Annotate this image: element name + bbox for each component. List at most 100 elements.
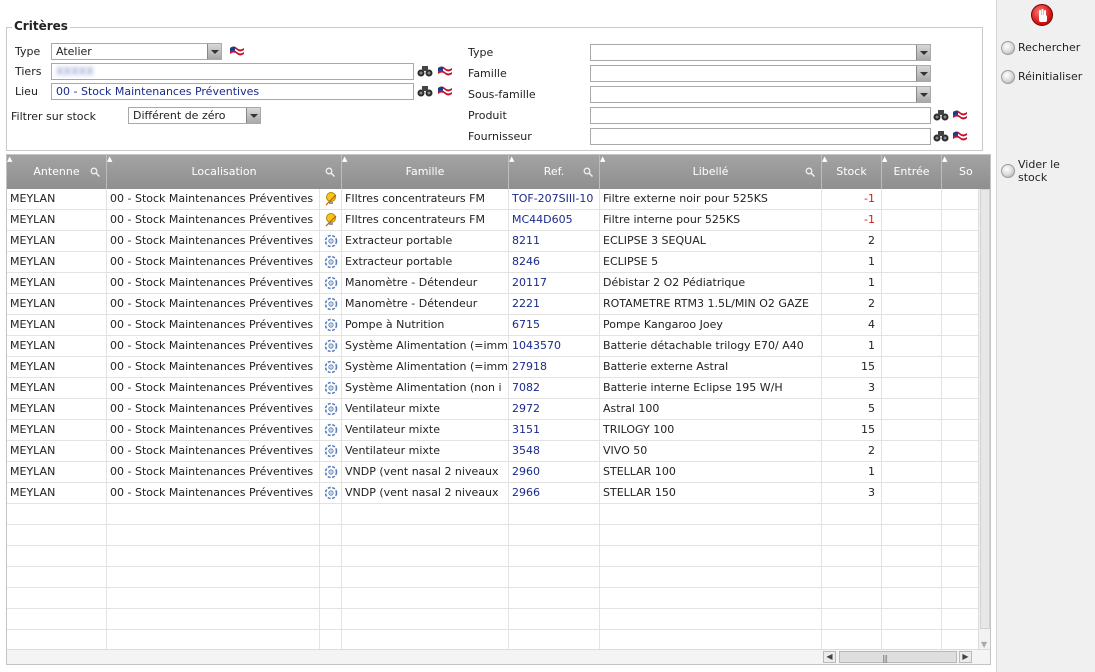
sort-icon[interactable]: ▲ [7,155,12,163]
binoculars-icon[interactable] [417,84,433,97]
column-header-sortie[interactable]: ▲ So [942,155,990,189]
clear-flag-icon[interactable] [952,109,968,121]
clear-flag-icon[interactable] [952,130,968,142]
chevron-down-icon[interactable] [916,45,930,60]
sort-icon[interactable]: ▲ [942,155,947,163]
chevron-down-icon[interactable] [916,66,930,81]
lieu-field[interactable]: 00 - Stock Maintenances Préventives [51,83,414,100]
sort-icon[interactable]: ▲ [509,155,514,163]
binoculars-icon[interactable] [417,64,433,77]
table-row[interactable]: MEYLAN 00 - Stock Maintenances Préventive… [7,252,979,273]
sort-icon[interactable]: ▲ [342,155,347,163]
cell-ref[interactable]: 3548 [509,441,600,462]
cell-stock: 2 [822,441,882,462]
cell-famille [342,609,509,630]
chevron-down-icon[interactable] [916,87,930,102]
search-icon[interactable] [583,167,593,177]
sort-icon[interactable]: ▲ [822,155,827,163]
table-row[interactable]: MEYLAN 00 - Stock Maintenances Préventive… [7,315,979,336]
cell-sortie [942,231,979,252]
fournisseur-field[interactable] [590,128,931,145]
table-row[interactable]: MEYLAN 00 - Stock Maintenances Préventive… [7,294,979,315]
table-row[interactable]: MEYLAN 00 - Stock Maintenances Préventive… [7,399,979,420]
sort-icon[interactable]: ▲ [107,155,112,163]
cell-ref[interactable]: 6715 [509,315,600,336]
cell-ref[interactable]: MC44D605 [509,210,600,231]
column-header-entree[interactable]: ▲ Entrée [882,155,942,189]
sort-icon[interactable]: ▲ [882,155,887,163]
table-row[interactable]: MEYLAN 00 - Stock Maintenances Préventive… [7,336,979,357]
column-header-stock[interactable]: ▲ Stock [822,155,882,189]
cell-localisation: 00 - Stock Maintenances Préventives [107,336,320,357]
table-row[interactable]: MEYLAN 00 - Stock Maintenances Préventive… [7,441,979,462]
table-row[interactable]: MEYLAN 00 - Stock Maintenances Préventive… [7,189,979,210]
table-row[interactable]: MEYLAN 00 - Stock Maintenances Préventive… [7,357,979,378]
search-icon[interactable] [90,167,100,177]
vider-stock-button[interactable]: Vider le stock [1001,158,1060,184]
clear-flag-icon[interactable] [437,65,453,77]
type-select[interactable]: Atelier [51,43,222,60]
chevron-down-icon[interactable] [207,44,221,59]
cell-famille: Ventilateur mixte [342,420,509,441]
search-icon[interactable] [325,167,335,177]
table-row[interactable]: MEYLAN 00 - Stock Maintenances Préventive… [7,462,979,483]
grid-header: ▲ Antenne ▲ Localisation ▲ Famille ▲ Ref… [7,155,990,189]
table-row[interactable]: MEYLAN 00 - Stock Maintenances Préventive… [7,378,979,399]
cell-entree [882,588,942,609]
cell-ref[interactable]: 8246 [509,252,600,273]
column-header-famille[interactable]: ▲ Famille [342,155,509,189]
vertical-scroll-thumb[interactable] [980,189,990,629]
stop-hand-icon[interactable] [1031,4,1053,26]
search-icon[interactable] [805,167,815,177]
cell-ref[interactable]: 20117 [509,273,600,294]
clear-flag-icon[interactable] [229,45,245,57]
tiers-field[interactable]: XXXXX [51,63,414,80]
binoculars-icon[interactable] [933,108,949,121]
table-row[interactable]: MEYLAN 00 - Stock Maintenances Préventive… [7,231,979,252]
cell-famille: Extracteur portable [342,231,509,252]
horizontal-scroll-thumb[interactable]: ||| [839,651,957,663]
cell-ref[interactable]: TOF-207SIII-10 [509,189,600,210]
table-row[interactable]: MEYLAN 00 - Stock Maintenances Préventive… [7,483,979,504]
binoculars-icon[interactable] [933,129,949,142]
right-type-select[interactable] [590,44,931,61]
column-header-antenne[interactable]: ▲ Antenne [7,155,107,189]
cell-ref[interactable]: 3151 [509,420,600,441]
filter-stock-select[interactable]: Différent de zéro [128,107,261,124]
table-row[interactable]: MEYLAN 00 - Stock Maintenances Préventive… [7,210,979,231]
chevron-down-icon[interactable]: ▼ [981,640,987,649]
cell-localisation [107,567,320,588]
cell-ref[interactable]: 8211 [509,231,600,252]
sousfamille-select[interactable] [590,86,931,103]
produit-field[interactable] [590,107,931,124]
cell-entree [882,231,942,252]
cell-ref[interactable]: 2972 [509,399,600,420]
scroll-right-button[interactable]: ▶ [959,651,972,663]
cell-stock [822,630,882,651]
cell-sortie [942,462,979,483]
cell-entree [882,210,942,231]
table-row[interactable]: MEYLAN 00 - Stock Maintenances Préventive… [7,273,979,294]
famille-select[interactable] [590,65,931,82]
rechercher-button[interactable]: Rechercher [1001,41,1080,55]
cell-ref[interactable]: 7082 [509,378,600,399]
horizontal-scrollbar[interactable]: ◀ ||| ▶ [7,649,990,664]
scroll-left-button[interactable]: ◀ [823,651,836,663]
cell-ref[interactable]: 1043570 [509,336,600,357]
cell-sortie [942,399,979,420]
vertical-scrollbar[interactable]: ▼ [978,189,990,651]
cell-ref[interactable]: 2221 [509,294,600,315]
sort-icon[interactable]: ▲ [600,155,605,163]
column-header-libelle[interactable]: ▲ Libellé [600,155,822,189]
cell-ref[interactable]: 27918 [509,357,600,378]
column-header-ref[interactable]: ▲ Ref. [509,155,600,189]
cell-famille: Ventilateur mixte [342,399,509,420]
table-row[interactable]: MEYLAN 00 - Stock Maintenances Préventive… [7,420,979,441]
chevron-down-icon[interactable] [246,108,260,123]
column-header-localisation[interactable]: ▲ Localisation [107,155,342,189]
cell-ref[interactable]: 2960 [509,462,600,483]
reinitialiser-button[interactable]: Réinitialiser [1001,70,1082,84]
clear-flag-icon[interactable] [437,85,453,97]
cell-ref[interactable]: 2966 [509,483,600,504]
cell-ref [509,525,600,546]
